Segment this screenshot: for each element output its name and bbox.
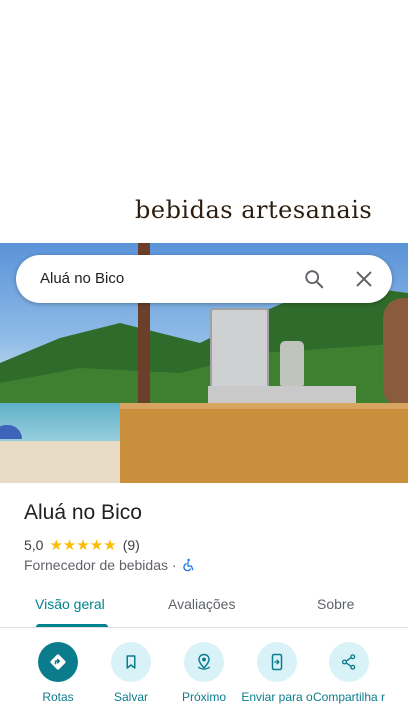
tab-overview[interactable]: Visão geral: [35, 596, 105, 612]
send-to-phone-button[interactable]: Enviar para o: [240, 642, 314, 704]
share-button[interactable]: Compartilha r: [312, 642, 386, 704]
bookmark-icon: [126, 655, 136, 669]
nearby-icon: [197, 653, 211, 670]
search-bar[interactable]: Aluá no Bico: [16, 255, 392, 303]
tab-reviews[interactable]: Avaliações: [168, 596, 235, 612]
star-rating-icon: ★★★★★: [49, 537, 117, 554]
active-tab-indicator: [36, 624, 108, 627]
save-label: Salvar: [113, 690, 148, 704]
tab-bar: Visão geral Avaliações Sobre: [0, 585, 408, 628]
rating-row[interactable]: 5,0 ★★★★★ (9): [24, 536, 140, 554]
cart-sign-text: bebidas artesanais: [135, 196, 373, 224]
nearby-circle: [184, 642, 224, 682]
send-to-phone-icon: [271, 653, 283, 671]
search-query[interactable]: Aluá no Bico: [40, 270, 124, 287]
save-button[interactable]: Salvar: [94, 642, 168, 704]
directions-button[interactable]: Rotas: [21, 642, 95, 704]
nearby-label: Próximo: [181, 690, 226, 704]
close-icon[interactable]: [353, 268, 375, 290]
search-icon[interactable]: [303, 268, 325, 290]
rating-value: 5,0: [24, 537, 44, 553]
photo-bottle: [280, 341, 304, 386]
review-count[interactable]: (9): [123, 537, 140, 553]
separator-dot: ·: [172, 557, 177, 573]
directions-icon: [50, 654, 66, 670]
photo-machine: [210, 308, 269, 392]
save-circle: [111, 642, 151, 682]
share-label: Compartilha r: [312, 690, 386, 704]
nearby-button[interactable]: Próximo: [167, 642, 241, 704]
share-circle: [329, 642, 369, 682]
directions-label: Rotas: [42, 690, 74, 704]
share-icon: [341, 654, 356, 670]
send-to-phone-circle: [257, 642, 297, 682]
place-category: Fornecedor de bebidas: [24, 557, 168, 573]
send-to-phone-label: Enviar para o: [241, 690, 313, 704]
directions-circle: [38, 642, 78, 682]
photo-cart: [120, 403, 408, 483]
tab-about[interactable]: Sobre: [317, 596, 354, 612]
place-name: Aluá no Bico: [24, 501, 142, 524]
category-row: Fornecedor de bebidas ·: [24, 557, 195, 573]
wheelchair-icon: [182, 558, 193, 572]
photo-person: [383, 298, 408, 408]
